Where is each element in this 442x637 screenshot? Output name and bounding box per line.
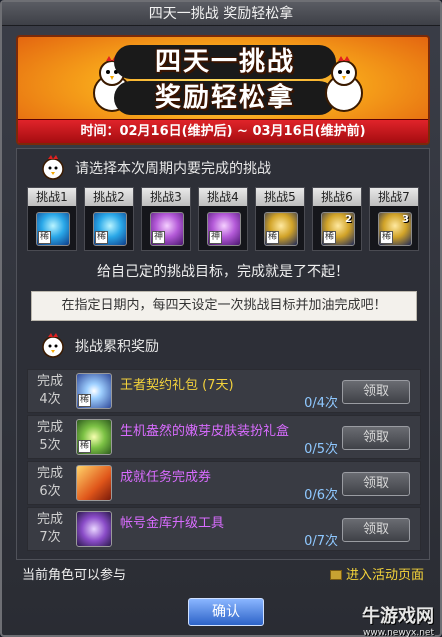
page-icon <box>329 570 342 580</box>
event-page-link-label: 进入活动页面 <box>345 568 424 583</box>
rarity-tag: 神 <box>152 231 166 244</box>
notice-box: 在指定日期内，每四天设定一次挑战目标并加油完成吧！ <box>31 291 417 321</box>
challenge-slot-6[interactable]: 挑战6 稀2 <box>312 187 362 251</box>
rarity-tag: 稀 <box>78 394 92 407</box>
challenge-label: 挑战1 <box>28 188 76 206</box>
banner-title-line1: 四天一挑战 <box>114 45 336 79</box>
reward-name: 王者契约礼包 (7天) <box>120 378 234 393</box>
select-section-header: 请选择本次周期内要完成的挑战 <box>17 151 429 183</box>
rarity-tag: 神 <box>209 231 223 244</box>
challenge-label: 挑战3 <box>142 188 190 206</box>
eligibility-text: 当前角色可以参与 <box>22 568 127 583</box>
purple-gem-icon: 神 <box>207 212 241 246</box>
upgrade-tool-icon <box>76 511 112 547</box>
completion-count: 完成 4次 <box>36 374 63 407</box>
watermark-brand: 牛游戏网 <box>362 606 434 627</box>
blue-gem-icon: 稀 <box>36 212 70 246</box>
watermark-url: www.newyx.net <box>362 628 434 637</box>
event-date-range: 时间：02月16日(维护后) ~ 03月16日(维护前) <box>18 119 428 143</box>
banner-title: 四天一挑战 奖励轻松拿 <box>114 45 336 115</box>
reward-name: 成就任务完成券 <box>120 470 212 485</box>
challenge-slot-5[interactable]: 挑战5 稀 <box>255 187 305 251</box>
reward-row: 完成 7次 帐号金库升级工具 0/7次 领取 <box>27 507 421 551</box>
reward-name: 生机盎然的嫩芽皮肤装扮礼盒 <box>120 424 290 439</box>
challenge-slot-7[interactable]: 挑战7 稀3 <box>369 187 419 251</box>
challenge-list: 挑战1 稀 挑战2 稀 挑战3 神 挑战4 神 挑战5 稀 挑战6 稀2 挑战7… <box>27 187 421 255</box>
rarity-tag: 稀 <box>78 440 92 453</box>
gold-gem-icon: 稀 <box>264 212 298 246</box>
reward-progress: 0/5次 <box>304 442 338 457</box>
reward-section-title: 挑战累积奖励 <box>75 339 159 355</box>
challenge-label: 挑战6 <box>313 188 361 206</box>
challenge-panel: 请选择本次周期内要完成的挑战 挑战1 稀 挑战2 稀 挑战3 神 挑战4 神 挑… <box>16 148 430 560</box>
stack-count: 3 <box>402 214 409 225</box>
rarity-tag: 稀 <box>95 231 109 244</box>
dialog-window: 四天一挑战 奖励轻松拿 四天一挑战 奖励轻松拿 时间：02月16日(维护后) ~… <box>0 0 442 637</box>
claim-button[interactable]: 领取 <box>342 426 410 450</box>
challenge-label: 挑战7 <box>370 188 418 206</box>
gold-gem-icon: 稀2 <box>321 212 355 246</box>
event-page-link[interactable]: 进入活动页面 <box>329 564 424 583</box>
reward-row: 完成 5次 稀 生机盎然的嫩芽皮肤装扮礼盒 0/5次 领取 <box>27 415 421 459</box>
challenge-slot-2[interactable]: 挑战2 稀 <box>84 187 134 251</box>
claim-button[interactable]: 领取 <box>342 380 410 404</box>
reward-progress: 0/7次 <box>304 534 338 549</box>
gold-gem-icon: 稀3 <box>378 212 412 246</box>
reward-row: 完成 6次 成就任务完成券 0/6次 领取 <box>27 461 421 505</box>
reward-progress: 0/6次 <box>304 488 338 503</box>
blue-gem-icon: 稀 <box>93 212 127 246</box>
motto-text: 给自己定的挑战目标，完成就是了不起！ <box>97 264 349 280</box>
window-title: 四天一挑战 奖励轻松拿 <box>2 2 440 26</box>
challenge-label: 挑战4 <box>199 188 247 206</box>
ticket-icon <box>76 465 112 501</box>
rarity-tag: 稀 <box>380 231 394 244</box>
confirm-button[interactable]: 确认 <box>188 598 264 626</box>
reward-row: 完成 4次 稀 王者契约礼包 (7天) 0/4次 领取 <box>27 369 421 413</box>
completion-count: 完成 7次 <box>36 512 63 545</box>
contract-package-icon: 稀 <box>76 373 112 409</box>
challenge-slot-3[interactable]: 挑战3 神 <box>141 187 191 251</box>
completion-count: 完成 5次 <box>36 420 63 453</box>
chicken-head-icon <box>42 155 64 180</box>
reward-name: 帐号金库升级工具 <box>120 516 225 531</box>
chicken-head-icon <box>42 333 64 358</box>
claim-button[interactable]: 领取 <box>342 472 410 496</box>
purple-gem-icon: 神 <box>150 212 184 246</box>
reward-section-header: 挑战累积奖励 <box>17 329 429 361</box>
watermark: 牛游戏网 www.newyx.net <box>362 602 434 637</box>
select-section-title: 请选择本次周期内要完成的挑战 <box>75 161 271 177</box>
chicken-mascot-icon <box>325 56 363 112</box>
rarity-tag: 稀 <box>323 231 337 244</box>
stack-count: 2 <box>345 214 352 225</box>
challenge-slot-1[interactable]: 挑战1 稀 <box>27 187 77 251</box>
gift-box-icon: 稀 <box>76 419 112 455</box>
event-banner: 四天一挑战 奖励轻松拿 时间：02月16日(维护后) ~ 03月16日(维护前) <box>16 35 430 145</box>
challenge-label: 挑战5 <box>256 188 304 206</box>
rarity-tag: 稀 <box>266 231 280 244</box>
banner-title-line2: 奖励轻松拿 <box>114 81 336 115</box>
challenge-slot-4[interactable]: 挑战4 神 <box>198 187 248 251</box>
completion-count: 完成 6次 <box>36 466 63 499</box>
reward-progress: 0/4次 <box>304 396 338 411</box>
rarity-tag: 稀 <box>38 231 52 244</box>
claim-button[interactable]: 领取 <box>342 518 410 542</box>
challenge-label: 挑战2 <box>85 188 133 206</box>
